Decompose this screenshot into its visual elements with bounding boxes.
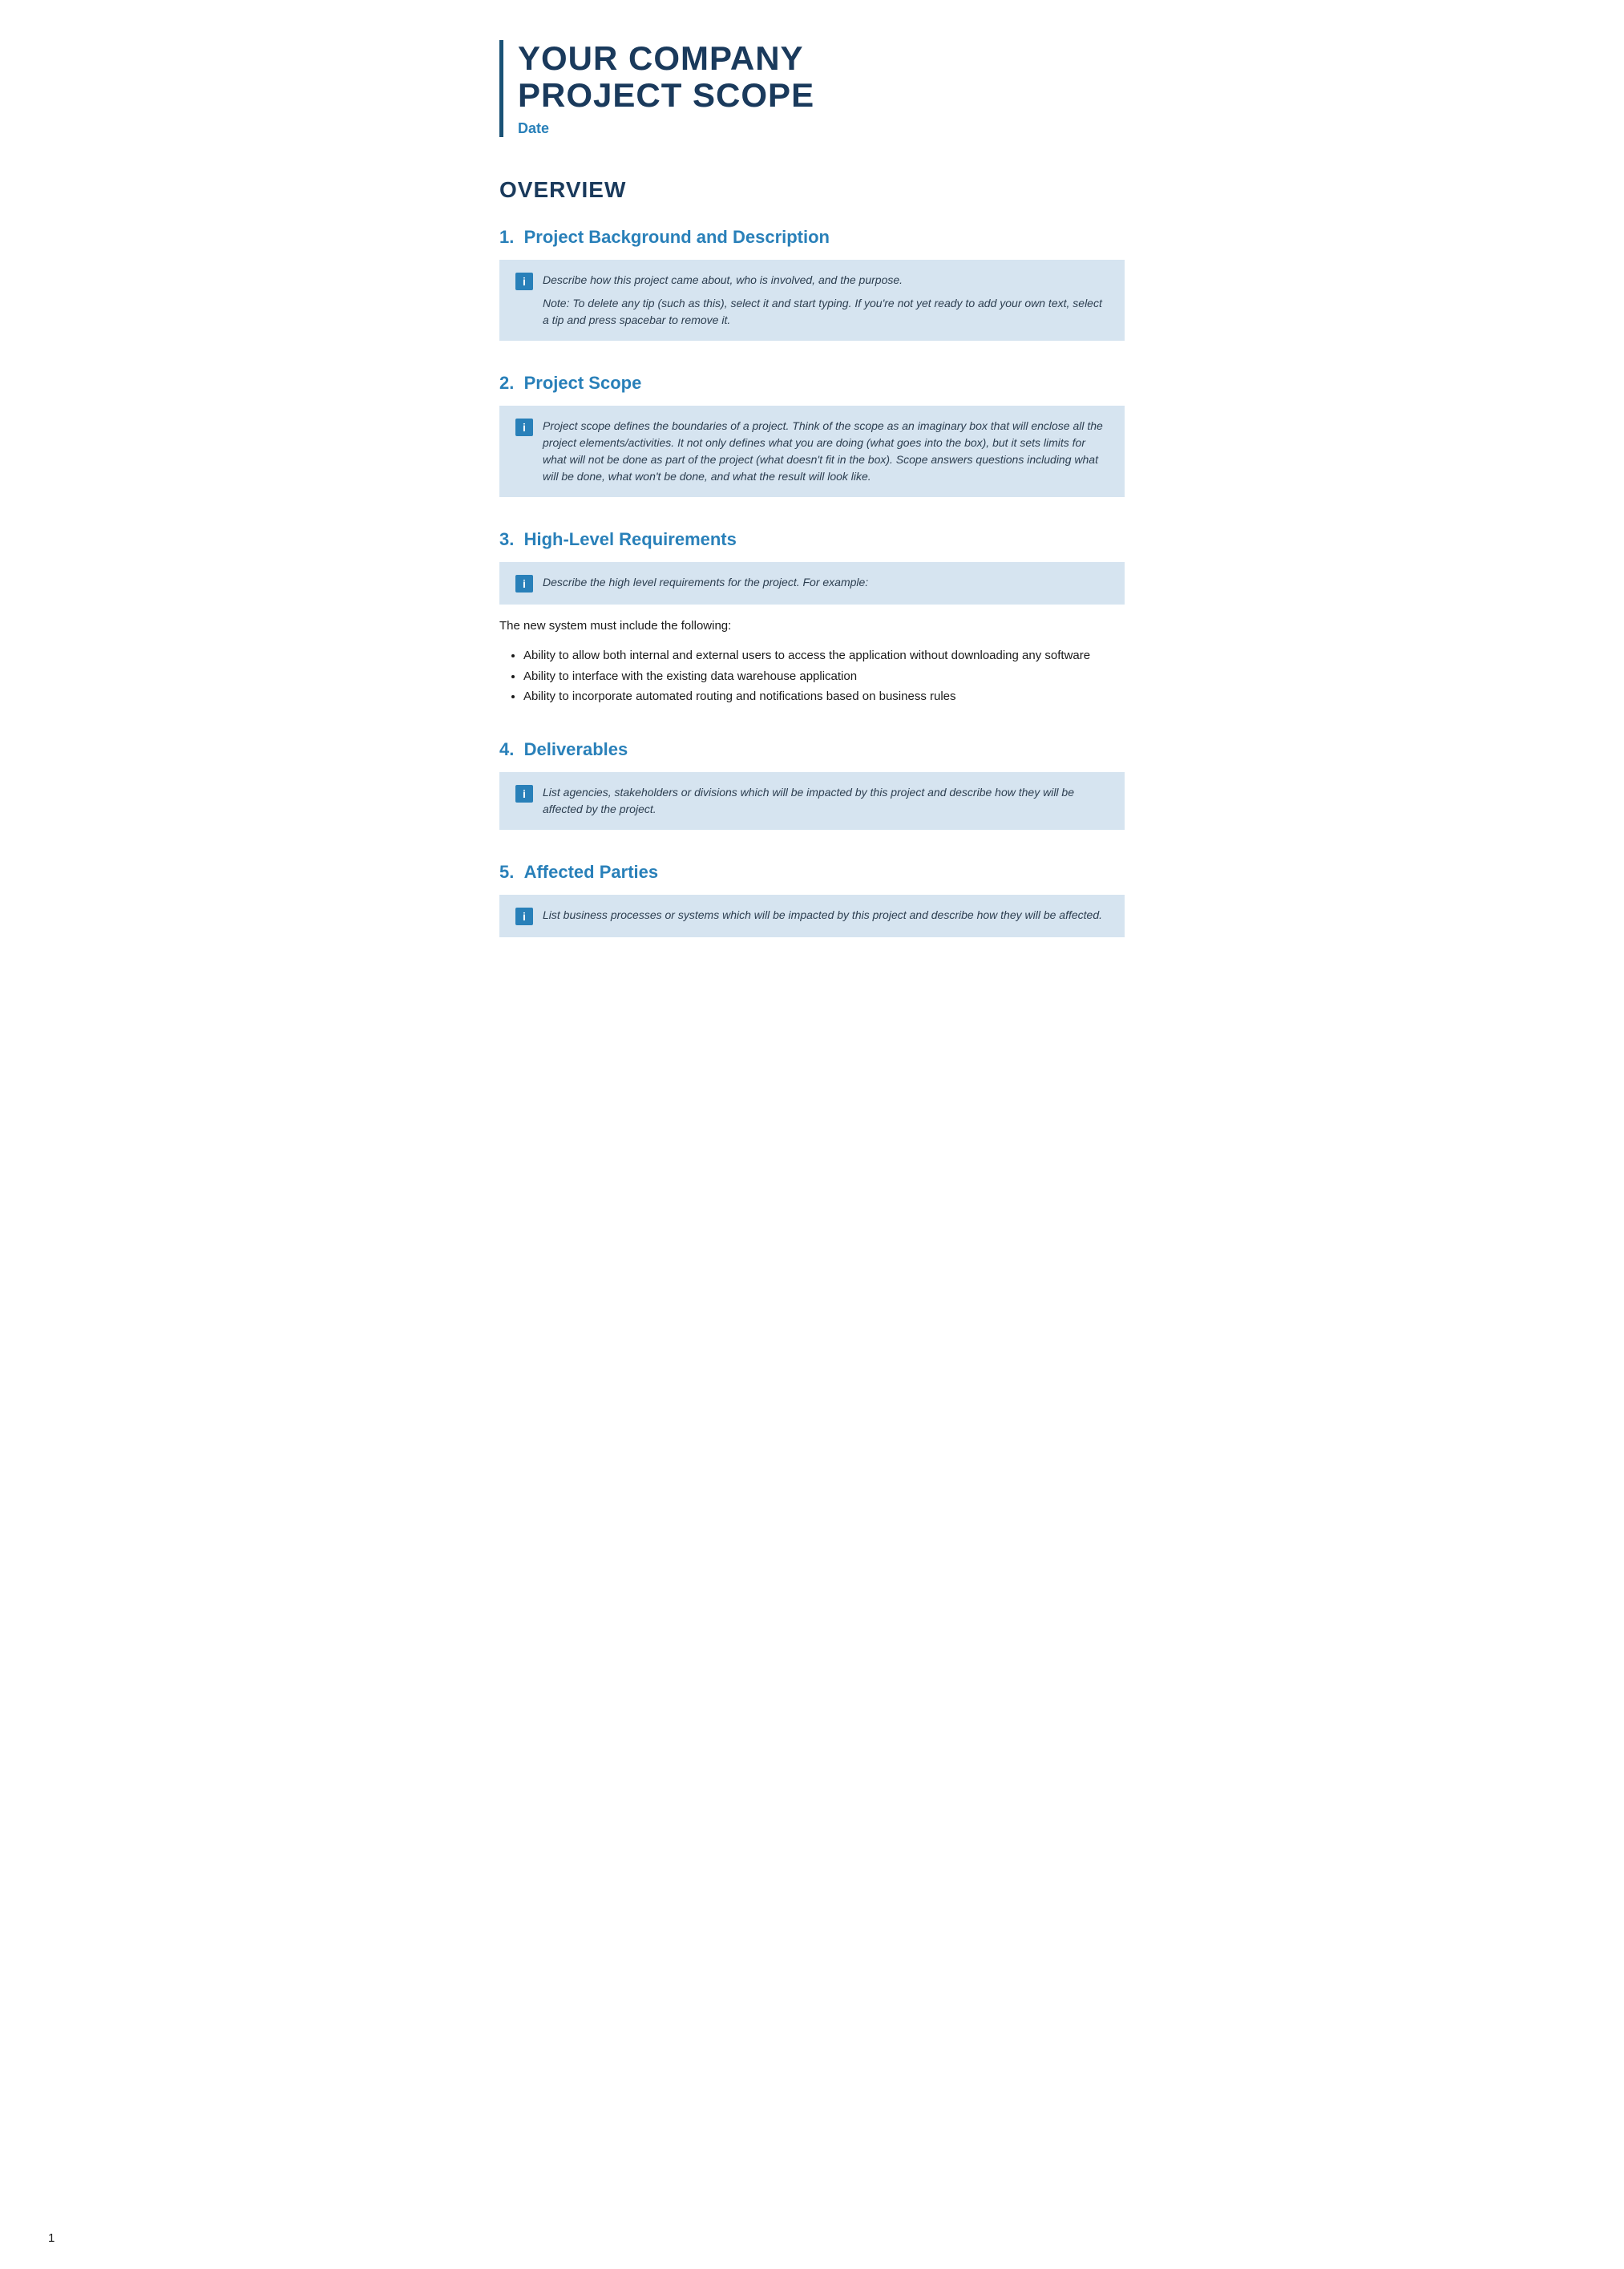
section-5-tip-main: List business processes or systems which…	[543, 907, 1102, 924]
section-1-heading: 1. Project Background and Description	[499, 227, 1125, 248]
section-5-heading: 5. Affected Parties	[499, 862, 1125, 883]
overview-title: OVERVIEW	[499, 177, 1125, 203]
section-2-heading: 2. Project Scope	[499, 373, 1125, 394]
section-3-heading: 3. High-Level Requirements	[499, 529, 1125, 550]
list-item: Ability to interface with the existing d…	[523, 666, 1125, 687]
section-4-tip-box: i List agencies, stakeholders or divisio…	[499, 772, 1125, 830]
header-section: YOUR COMPANY PROJECT SCOPE Date	[499, 40, 1125, 137]
section-3-tip-box: i Describe the high level requirements f…	[499, 562, 1125, 605]
section-3-body: The new system must include the followin…	[499, 617, 1125, 636]
section-4: 4. Deliverables i List agencies, stakeho…	[499, 739, 1125, 830]
section-5-info-icon: i	[515, 908, 533, 925]
section-5: 5. Affected Parties i List business proc…	[499, 862, 1125, 937]
section-1-tip-box: i Describe how this project came about, …	[499, 260, 1125, 341]
section-2-tip-box: i Project scope defines the boundaries o…	[499, 406, 1125, 497]
section-3-info-icon: i	[515, 575, 533, 593]
section-2-info-icon: i	[515, 419, 533, 436]
section-4-heading: 4. Deliverables	[499, 739, 1125, 760]
list-item: Ability to incorporate automated routing…	[523, 686, 1125, 707]
section-3-bullet-list: Ability to allow both internal and exter…	[523, 645, 1125, 707]
section-1-tip-main: Describe how this project came about, wh…	[543, 272, 1109, 289]
date-label: Date	[518, 120, 1125, 137]
section-2-tip-main: Project scope defines the boundaries of …	[543, 418, 1109, 485]
section-1-tip-note: Note: To delete any tip (such as this), …	[543, 295, 1109, 329]
list-item: Ability to allow both internal and exter…	[523, 645, 1125, 666]
overview-section: OVERVIEW 1. Project Background and Descr…	[499, 177, 1125, 937]
main-title: YOUR COMPANY PROJECT SCOPE	[518, 40, 1125, 114]
section-1: 1. Project Background and Description i …	[499, 227, 1125, 341]
section-3: 3. High-Level Requirements i Describe th…	[499, 529, 1125, 707]
section-2: 2. Project Scope i Project scope defines…	[499, 373, 1125, 497]
page-number: 1	[48, 2231, 55, 2245]
section-1-info-icon: i	[515, 273, 533, 290]
section-1-tip-content: Describe how this project came about, wh…	[543, 272, 1109, 329]
section-3-tip-main: Describe the high level requirements for…	[543, 574, 868, 591]
section-5-tip-box: i List business processes or systems whi…	[499, 895, 1125, 937]
section-4-tip-main: List agencies, stakeholders or divisions…	[543, 784, 1109, 818]
section-4-info-icon: i	[515, 785, 533, 803]
